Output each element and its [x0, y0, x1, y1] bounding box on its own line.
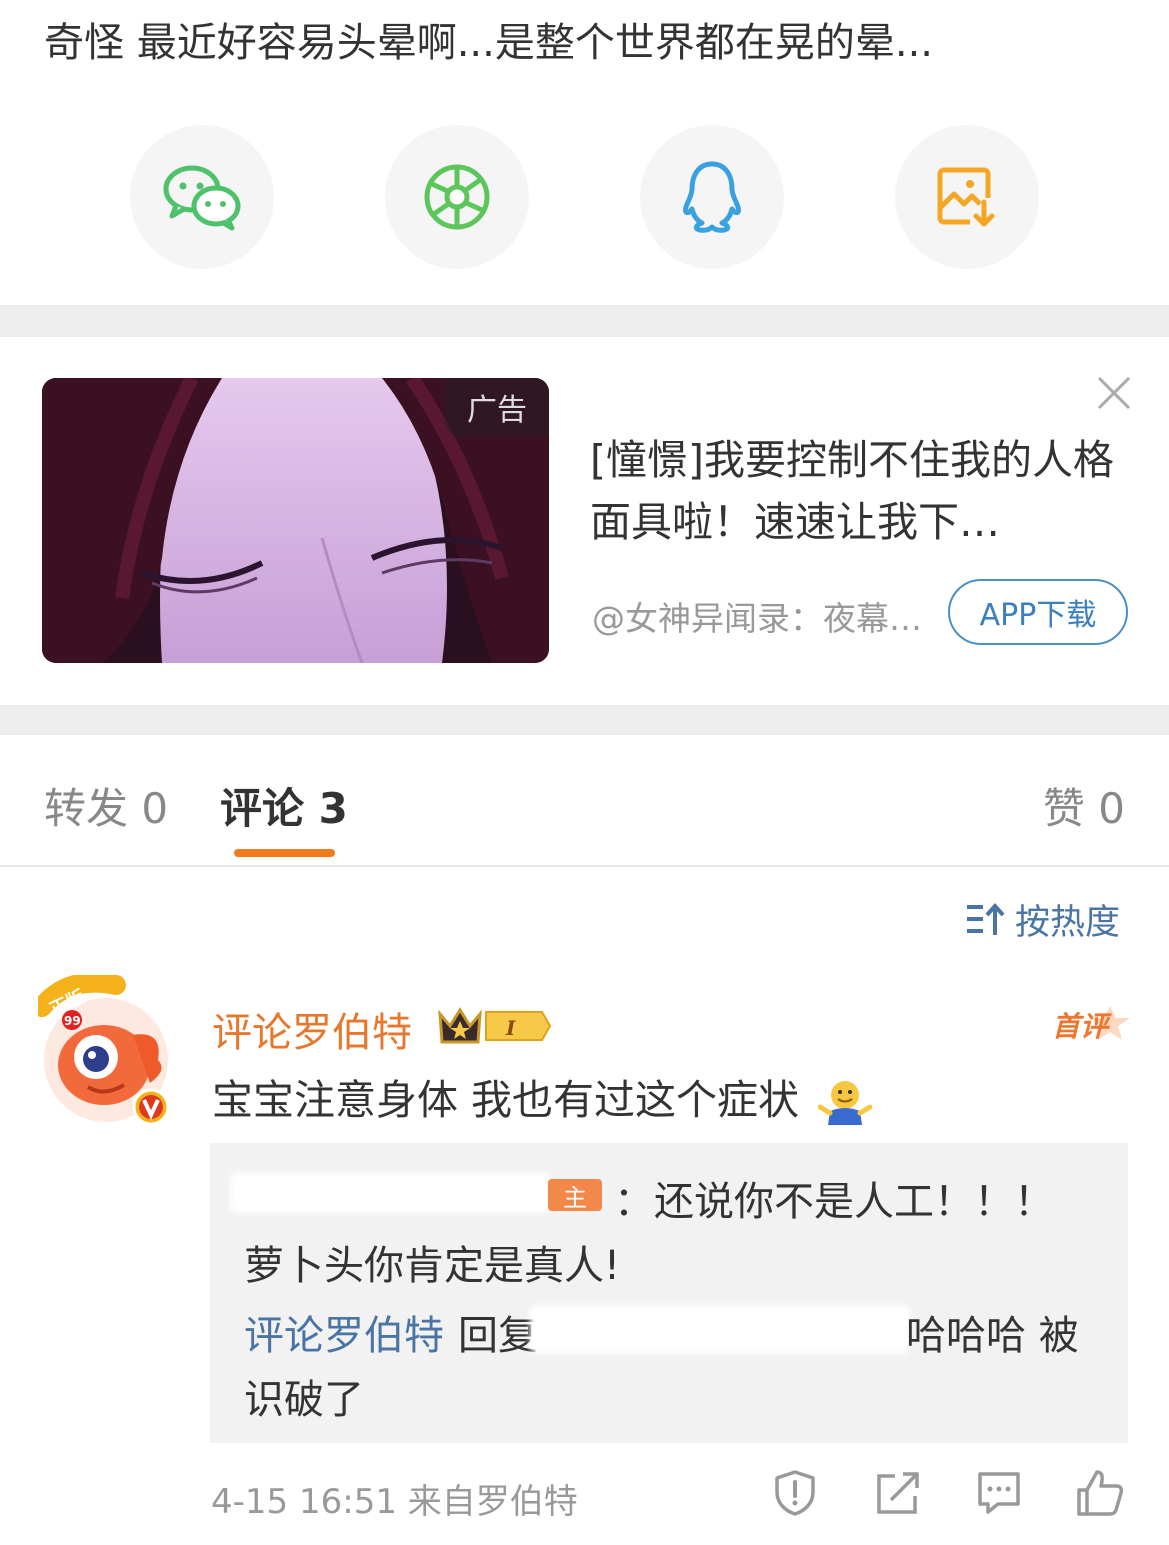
redacted-reply-target: [530, 1305, 910, 1353]
save-image-button[interactable]: [895, 125, 1039, 269]
save-image-icon: [937, 167, 995, 227]
tab-likes[interactable]: 赞 0: [1043, 775, 1125, 836]
comment-text: 宝宝注意身体 我也有过这个症状: [212, 1066, 873, 1127]
reply-author-link[interactable]: 评论罗伯特: [244, 1303, 444, 1361]
section-divider: [0, 305, 1169, 337]
ad-source: @女神异闻录：夜幕…: [592, 599, 922, 638]
reply-text-line4: 识破了: [244, 1377, 364, 1423]
wechat-icon: [163, 165, 241, 231]
avatar-level: 99: [64, 1014, 81, 1028]
moments-icon: [424, 164, 490, 230]
app-download-button[interactable]: APP下载: [948, 579, 1128, 645]
tab-repost[interactable]: 转发 0: [44, 775, 168, 836]
section-divider: [0, 705, 1169, 735]
qq-icon: [683, 161, 741, 233]
shrug-emoji-icon: [818, 1081, 873, 1125]
reply-thread[interactable]: 主 ：还说你不是人工！！！ 萝卜头你肯定是真人! 评论罗伯特 回复 哈哈哈 被 …: [210, 1143, 1128, 1443]
reply-text-line2: 萝卜头你肯定是真人!: [244, 1243, 621, 1289]
ad-text[interactable]: [憧憬]我要控制不住我的人格面具啦！速速让我下…: [590, 429, 1130, 553]
reply-text-line3: 哈哈哈 被: [906, 1313, 1079, 1359]
ad-image[interactable]: 广告: [42, 378, 549, 663]
share-qq-button[interactable]: [640, 125, 784, 269]
share-wechat-button[interactable]: [130, 125, 274, 269]
tab-comments[interactable]: 评论 3: [220, 775, 348, 836]
share-row: [0, 125, 1169, 270]
sort-label: 按热度: [1015, 902, 1121, 943]
comment-meta: 4-15 16:51 来自罗伯特: [211, 1482, 578, 1522]
ad-label: 广告: [445, 378, 549, 436]
comment-username[interactable]: 评论罗伯特: [212, 1000, 412, 1058]
sort-by-hot-button[interactable]: 按热度: [965, 897, 1120, 943]
redacted-username: [230, 1173, 550, 1213]
first-comment-label: 首评: [1052, 1010, 1112, 1043]
share-moments-button[interactable]: [385, 125, 529, 269]
comment-icon[interactable]: [974, 1468, 1024, 1518]
close-icon[interactable]: [1095, 374, 1133, 412]
like-icon[interactable]: [1075, 1468, 1125, 1518]
comment-body: 宝宝注意身体 我也有过这个症状: [212, 1076, 800, 1124]
reply-text-line1: ：还说你不是人工！！！: [614, 1179, 1054, 1225]
ad-card: 广告 [憧憬]我要控制不住我的人格面具啦！速速让我下… @女神异闻录：夜幕… A…: [0, 337, 1169, 705]
member-badge-icon: I: [438, 1007, 552, 1044]
active-tab-indicator: [234, 849, 335, 857]
badge-level: I: [505, 1016, 516, 1040]
post-title: 奇怪 最近好容易头晕啊...是整个世界都在晃的晕...: [44, 20, 934, 66]
tab-bar: 转发 0 评论 3 赞 0: [0, 735, 1169, 867]
share-icon[interactable]: [873, 1468, 923, 1518]
sort-icon: [967, 902, 1005, 935]
first-comment-badge: 首评: [1052, 1006, 1130, 1043]
avatar[interactable]: 正版 99: [32, 972, 173, 1130]
report-shield-icon[interactable]: [770, 1468, 820, 1518]
reply-verb: 回复: [458, 1313, 538, 1359]
host-badge: 主: [548, 1179, 602, 1212]
